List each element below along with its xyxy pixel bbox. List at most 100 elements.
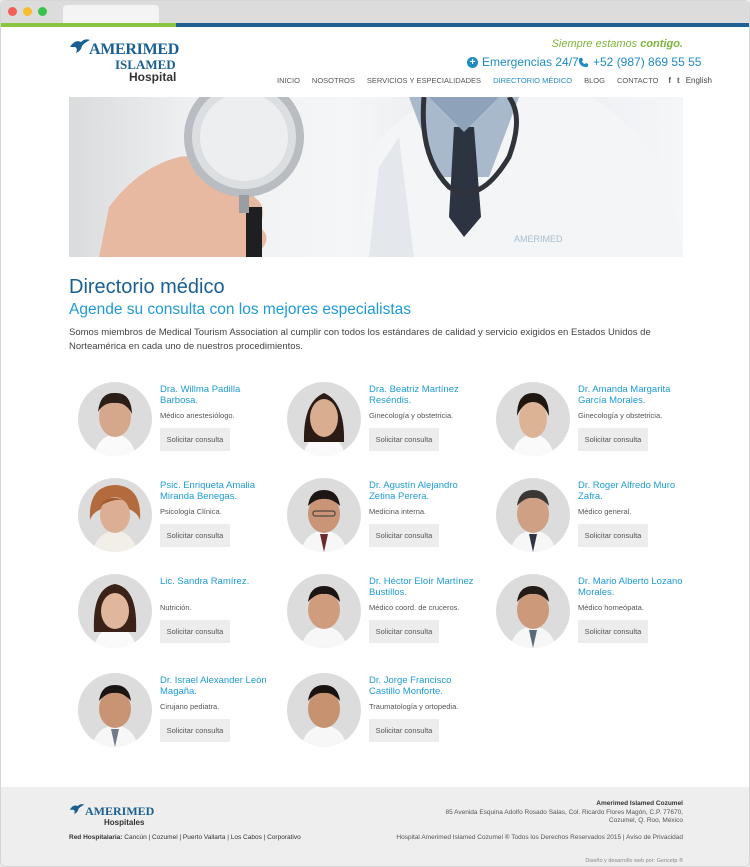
legal-notice[interactable]: Hospital Amerimed Islamed Cozumel ® Todo…: [396, 834, 683, 841]
phone-link[interactable]: +52 (987) 869 55 55: [578, 55, 701, 69]
hero-banner: AMERIMED: [69, 97, 683, 257]
footer-logo[interactable]: AMERIMED Hospitales: [69, 801, 159, 831]
doctor-portrait-icon: [93, 584, 137, 648]
doctor-photo: [78, 382, 152, 456]
page-title: Directorio médico: [69, 276, 225, 298]
browser-window: AMERIMED ISLAMED Hospital Siempre estamo…: [0, 0, 750, 867]
address-title: Amerimed Islamed Cozumel: [596, 800, 683, 807]
doctor-portrait-icon: [512, 393, 554, 456]
doctor-specialty: Médico anestesiólogo.: [160, 411, 235, 420]
doctor-photo: [287, 478, 361, 552]
close-window-dot[interactable]: [8, 7, 17, 16]
request-consultation-button[interactable]: Solicitar consulta: [369, 524, 439, 547]
social-links: f t: [664, 76, 679, 85]
doctor-portrait-icon: [92, 685, 138, 747]
tagline: Siempre estamos contigo.: [552, 38, 683, 50]
minimize-window-dot[interactable]: [23, 7, 32, 16]
doctor-name[interactable]: Dra. Beatriz Martínez Reséndis.: [369, 384, 479, 406]
doctor-specialty: Nutrición.: [160, 603, 192, 612]
page-subtitle: Agende su consulta con los mejores espec…: [69, 301, 412, 318]
doctor-specialty: Ginecología y obstetricia.: [369, 411, 454, 420]
doctor-card: Dr. Héctor Eloír Martínez Bustillos. Méd…: [287, 574, 487, 654]
maximize-window-dot[interactable]: [38, 7, 47, 16]
phone-icon: [578, 57, 589, 67]
plus-icon: +: [467, 56, 478, 68]
request-consultation-button[interactable]: Solicitar consulta: [160, 428, 230, 451]
doctor-specialty: Psicología Clínica.: [160, 507, 222, 516]
bird-logo-icon: [69, 804, 85, 815]
bird-logo-icon: [70, 39, 90, 53]
request-consultation-button[interactable]: Solicitar consulta: [578, 428, 648, 451]
doctor-photo: [287, 574, 361, 648]
doctor-specialty: Médico homeópata.: [578, 603, 644, 612]
nav-item-directorio[interactable]: Directorio médico: [487, 76, 578, 85]
doctor-name[interactable]: Dr. Israel Alexander León Magaña.: [160, 675, 270, 697]
doctor-card: Dr. Roger Alfredo Muro Zafra. Médico gen…: [496, 478, 696, 558]
doctor-card: Psic. Enriqueta Amalia Miranda Benegas. …: [78, 478, 278, 558]
doctor-card: Dr. Jorge Francisco Castillo Monforte. T…: [287, 673, 487, 753]
doctor-specialty: Cirujano pediatra.: [160, 702, 220, 711]
nav-item-blog[interactable]: Blog: [578, 76, 611, 85]
doctor-name[interactable]: Dr. Jorge Francisco Castillo Monforte.: [369, 675, 479, 697]
main-nav: Inicio Nosotros Servicios y especialidad…: [271, 76, 712, 85]
nav-item-inicio[interactable]: Inicio: [271, 76, 306, 85]
doctor-card: Dra. Beatriz Martínez Reséndis. Ginecolo…: [287, 382, 487, 462]
doctor-card: Lic. Sandra Ramírez. Nutrición. Solicita…: [78, 574, 278, 654]
browser-tab[interactable]: [63, 5, 159, 23]
doctor-name[interactable]: Dra. Willma Padilla Barbosa.: [160, 384, 270, 406]
site-logo[interactable]: AMERIMED ISLAMED Hospital: [69, 37, 181, 87]
language-switch[interactable]: English: [680, 76, 712, 85]
request-consultation-button[interactable]: Solicitar consulta: [369, 428, 439, 451]
doctor-portrait-icon: [89, 485, 141, 552]
nav-item-servicios[interactable]: Servicios y especialidades: [361, 76, 487, 85]
network-links[interactable]: Cancún | Cozumel | Puerto Vallarta | Los…: [124, 834, 300, 841]
doctor-portrait-icon: [510, 586, 556, 648]
doctor-name[interactable]: Dr. Agustín Alejandro Zetina Perera.: [369, 480, 479, 502]
doctor-card: Dra. Willma Padilla Barbosa. Médico anes…: [78, 382, 278, 462]
tagline-text: Siempre estamos: [551, 38, 641, 50]
doctor-specialty: Médico coord. de cruceros.: [369, 603, 460, 612]
request-consultation-button[interactable]: Solicitar consulta: [160, 719, 230, 742]
doctor-photo: [78, 574, 152, 648]
doctor-stethoscope-illustration: AMERIMED: [99, 97, 683, 257]
doctor-card: Dr. Israel Alexander León Magaña. Ciruja…: [78, 673, 278, 753]
doctor-card: Dr. Amanda Margarita García Morales. Gin…: [496, 382, 696, 462]
footer-logo-line-1: AMERIMED: [85, 804, 155, 818]
doctor-portrait-icon: [301, 490, 347, 552]
nav-item-contacto[interactable]: Contacto: [611, 76, 664, 85]
phone-number: +52 (987) 869 55 55: [593, 55, 702, 69]
top-bar-blue: [176, 23, 749, 27]
doctor-photo: [496, 478, 570, 552]
address-text: 85 Avenida Esquina Adolfo Rosado Salas, …: [445, 808, 683, 825]
doctor-name[interactable]: Psic. Enriqueta Amalia Miranda Benegas.: [160, 480, 270, 502]
doctor-card: Dr. Mario Alberto Lozano Morales. Médico…: [496, 574, 696, 654]
hospital-network: Red Hospitalaria: Cancún | Cozumel | Pue…: [69, 834, 301, 841]
doctor-name[interactable]: Dr. Mario Alberto Lozano Morales.: [578, 576, 688, 598]
footer-logo-line-2: Hospitales: [104, 818, 145, 827]
doctor-portrait-icon: [510, 490, 556, 552]
doctor-photo: [496, 574, 570, 648]
facebook-icon[interactable]: f: [668, 76, 671, 85]
nav-item-nosotros[interactable]: Nosotros: [306, 76, 361, 85]
doctor-photo: [78, 478, 152, 552]
request-consultation-button[interactable]: Solicitar consulta: [578, 620, 648, 643]
doctor-photo: [287, 673, 361, 747]
doctor-portrait-icon: [301, 586, 347, 648]
logo-line-3: Hospital: [129, 70, 177, 84]
intro-paragraph: Somos miembros de Medical Tourism Associ…: [69, 327, 651, 352]
request-consultation-button[interactable]: Solicitar consulta: [369, 620, 439, 643]
browser-chrome: [1, 1, 749, 23]
doctor-specialty: Médico general.: [578, 507, 632, 516]
doctor-name[interactable]: Lic. Sandra Ramírez.: [160, 576, 270, 587]
doctor-name[interactable]: Dr. Roger Alfredo Muro Zafra.: [578, 480, 688, 502]
doctor-name[interactable]: Dr. Amanda Margarita García Morales.: [578, 384, 688, 406]
request-consultation-button[interactable]: Solicitar consulta: [160, 620, 230, 643]
request-consultation-button[interactable]: Solicitar consulta: [578, 524, 648, 547]
svg-text:AMERIMED: AMERIMED: [514, 234, 563, 244]
request-consultation-button[interactable]: Solicitar consulta: [160, 524, 230, 547]
emergency-link[interactable]: + Emergencias 24/7: [467, 55, 579, 69]
doctor-name[interactable]: Dr. Héctor Eloír Martínez Bustillos.: [369, 576, 479, 598]
request-consultation-button[interactable]: Solicitar consulta: [369, 719, 439, 742]
network-label: Red Hospitalaria:: [69, 834, 123, 841]
doctor-photo: [78, 673, 152, 747]
